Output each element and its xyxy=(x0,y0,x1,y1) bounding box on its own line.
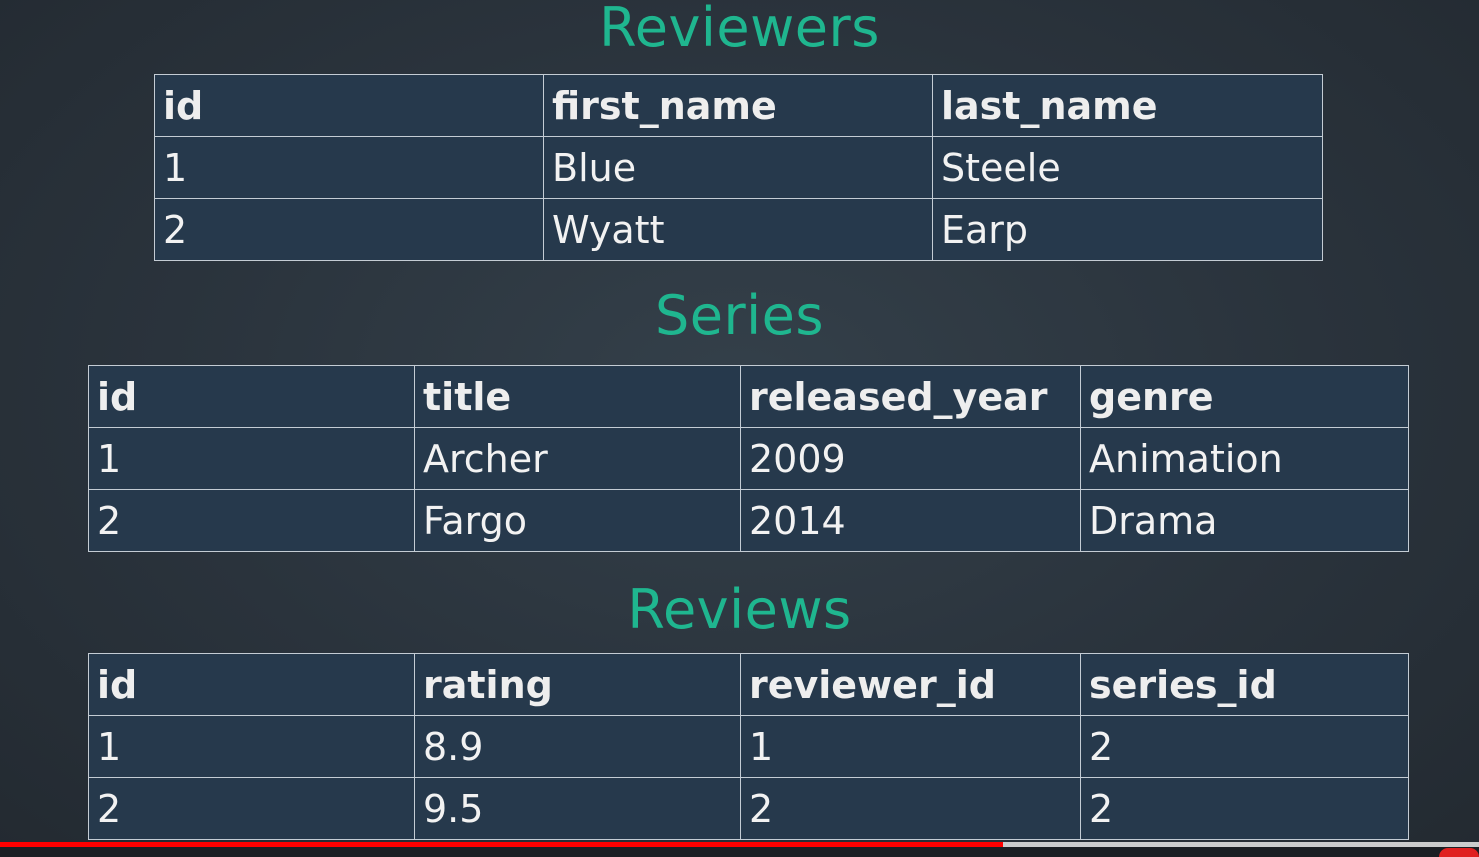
table-cell: Earp xyxy=(932,198,1323,261)
table-cell: 9.5 xyxy=(414,777,741,840)
table-cell: Wyatt xyxy=(543,198,933,261)
reviews-table-title: Reviews xyxy=(627,578,852,641)
table-row: 2 Fargo 2014 Drama xyxy=(88,489,1409,552)
table-header-row: id rating reviewer_id series_id xyxy=(88,653,1409,716)
table-cell: 1 xyxy=(88,715,415,778)
table-row: 1 Archer 2009 Animation xyxy=(88,427,1409,490)
table-cell: 2 xyxy=(740,777,1081,840)
reviews-table: id rating reviewer_id series_id 1 8.9 1 … xyxy=(88,653,1409,840)
series-table-title: Series xyxy=(654,284,825,347)
table-cell: 1 xyxy=(88,427,415,490)
column-header-released-year: released_year xyxy=(740,365,1081,428)
column-header-genre: genre xyxy=(1080,365,1409,428)
table-cell: 1 xyxy=(740,715,1081,778)
table-cell: 2 xyxy=(88,489,415,552)
table-cell: 2 xyxy=(154,198,544,261)
video-progress-bar[interactable] xyxy=(0,842,1479,847)
table-cell: 2014 xyxy=(740,489,1081,552)
column-header-first-name: first_name xyxy=(543,74,933,137)
table-row: 2 Wyatt Earp xyxy=(154,198,1323,261)
table-cell: 2 xyxy=(88,777,415,840)
table-row: 1 8.9 1 2 xyxy=(88,715,1409,778)
table-cell: 1 xyxy=(154,136,544,199)
reviewers-table: id first_name last_name 1 Blue Steele 2 … xyxy=(154,74,1323,261)
table-cell: Blue xyxy=(543,136,933,199)
column-header-title: title xyxy=(414,365,741,428)
table-cell: Drama xyxy=(1080,489,1409,552)
progress-scrubber-handle[interactable] xyxy=(1439,848,1479,857)
column-header-rating: rating xyxy=(414,653,741,716)
player-controls-edge xyxy=(0,847,1479,857)
table-row: 2 9.5 2 2 xyxy=(88,777,1409,840)
table-cell: 2 xyxy=(1080,777,1409,840)
reviewers-table-title: Reviewers xyxy=(599,0,880,59)
column-header-id: id xyxy=(88,653,415,716)
video-played-bar xyxy=(0,842,1003,847)
column-header-series-id: series_id xyxy=(1080,653,1409,716)
table-header-row: id first_name last_name xyxy=(154,74,1323,137)
table-cell: Fargo xyxy=(414,489,741,552)
column-header-id: id xyxy=(88,365,415,428)
column-header-reviewer-id: reviewer_id xyxy=(740,653,1081,716)
table-cell: Archer xyxy=(414,427,741,490)
table-row: 1 Blue Steele xyxy=(154,136,1323,199)
table-cell: Animation xyxy=(1080,427,1409,490)
column-header-last-name: last_name xyxy=(932,74,1323,137)
table-cell: Steele xyxy=(932,136,1323,199)
table-cell: 8.9 xyxy=(414,715,741,778)
table-header-row: id title released_year genre xyxy=(88,365,1409,428)
series-table: id title released_year genre 1 Archer 20… xyxy=(88,365,1409,552)
table-cell: 2009 xyxy=(740,427,1081,490)
column-header-id: id xyxy=(154,74,544,137)
table-cell: 2 xyxy=(1080,715,1409,778)
